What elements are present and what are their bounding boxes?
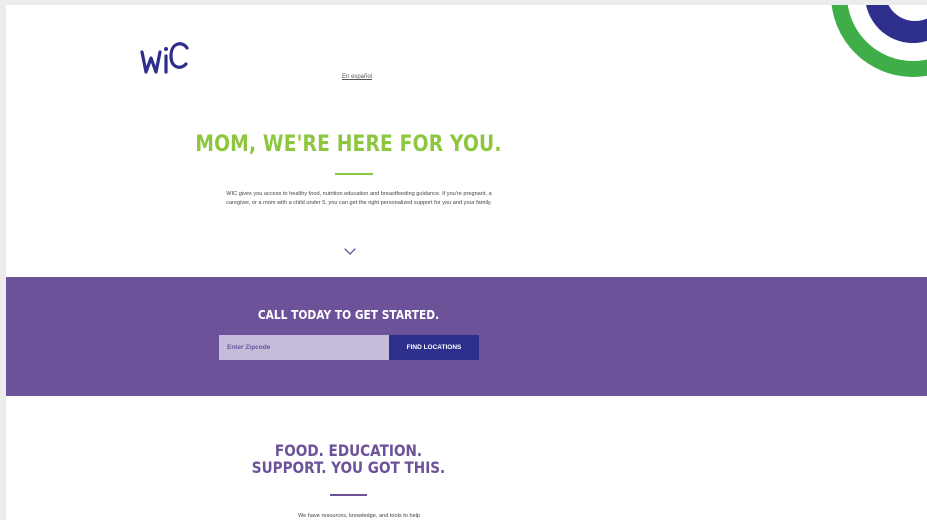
chevron-down-svg — [344, 248, 356, 255]
wic-logo-svg — [140, 42, 189, 74]
section-title: FOOD. EDUCATION. SUPPORT. YOU GOT THIS. — [57, 442, 639, 476]
page: En español MOM, WE'RE HERE FOR YOU. WIC … — [6, 5, 927, 520]
hero-body-text: WIC gives you access to healthy food, nu… — [226, 191, 492, 206]
cta-title: CALL TODAY TO GET STARTED. — [257, 307, 440, 322]
chevron-down-icon[interactable] — [343, 243, 357, 255]
decorative-circles — [831, 5, 927, 77]
hero-divider — [335, 173, 373, 175]
language-link[interactable]: En español — [342, 74, 372, 80]
section-divider — [330, 494, 367, 496]
zipcode-input[interactable] — [219, 335, 389, 360]
find-locations-button[interactable]: FIND LOCATIONS — [389, 335, 479, 360]
cta-band: CALL TODAY TO GET STARTED. FIND LOCATION… — [6, 277, 927, 396]
hero-title: MOM, WE'RE HERE FOR YOU. — [195, 132, 502, 157]
section-title-line2: SUPPORT. YOU GOT THIS. — [251, 458, 446, 477]
wic-logo-icon[interactable] — [139, 38, 195, 82]
section-body-text: We have resources, knowledge, and tools … — [297, 513, 421, 519]
